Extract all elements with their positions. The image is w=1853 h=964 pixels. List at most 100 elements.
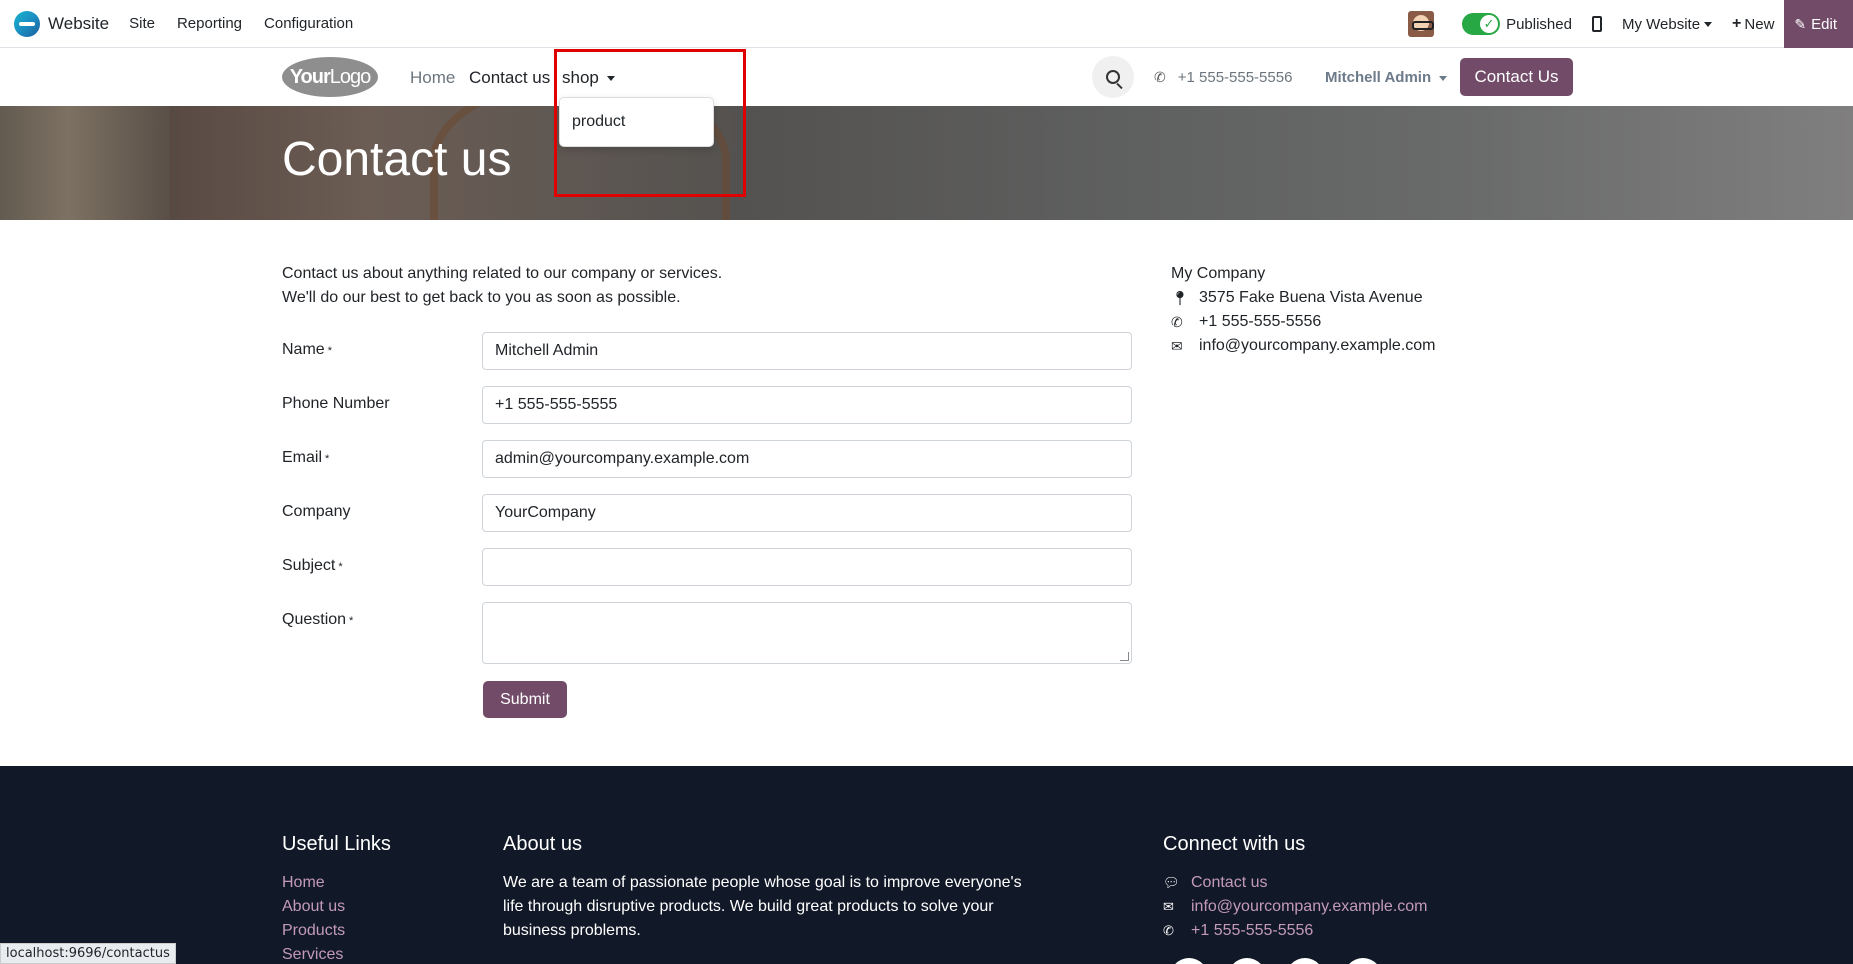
submit-button[interactable]: Submit: [483, 681, 567, 718]
question-label-text: Question: [282, 611, 347, 628]
page-title: Contact us: [282, 133, 512, 186]
useful-links-list: Home About us Products Services: [282, 871, 345, 964]
nav-contact-us[interactable]: Contact us: [469, 68, 550, 88]
form-row-email: Email * admin@yourcompany.example.com: [282, 440, 1132, 478]
about-text: We are a team of passionate people whose…: [503, 874, 1022, 939]
footer-link-services[interactable]: Services: [282, 943, 345, 964]
admin-menu-reporting[interactable]: Reporting: [177, 15, 242, 32]
phone-icon: ✆: [1154, 69, 1166, 85]
contact-intro: Contact us about anything related to our…: [282, 262, 722, 310]
comment-icon: 💬︎: [1163, 875, 1180, 890]
footer-link-home[interactable]: Home: [282, 871, 345, 895]
connect-title: Connect with us: [1163, 833, 1306, 855]
nav-home[interactable]: Home: [410, 68, 455, 88]
form-row-name: Name * Mitchell Admin: [282, 332, 1132, 370]
banner-curtain: [0, 106, 170, 220]
footer-link-products[interactable]: Products: [282, 919, 345, 943]
admin-bar: Website Site Reporting Configuration Pub…: [0, 0, 1853, 48]
company-label: Company: [282, 503, 350, 521]
logo-bold-text: Your: [289, 65, 331, 88]
social-icon[interactable]: [1344, 958, 1382, 964]
mobile-preview-icon[interactable]: [1591, 16, 1602, 32]
header-phone[interactable]: ✆ +1 555-555-5556: [1154, 69, 1292, 86]
user-name: Mitchell Admin: [1325, 69, 1432, 86]
plus-icon: +: [1732, 15, 1742, 32]
user-avatar[interactable]: [1408, 11, 1435, 37]
connect-phone[interactable]: ✆ +1 555-555-5556: [1163, 919, 1428, 943]
page-banner: Contact us: [0, 106, 1853, 220]
intro-line-1: Contact us about anything related to our…: [282, 265, 723, 282]
name-label: Name *: [282, 341, 332, 359]
website-switcher[interactable]: My Website: [1621, 15, 1713, 33]
admin-menu: Site Reporting Configuration: [129, 15, 375, 32]
email-input[interactable]: admin@yourcompany.example.com: [482, 440, 1132, 478]
search-button[interactable]: [1092, 56, 1134, 98]
company-address: 3575 Fake Buena Vista Avenue: [1199, 289, 1423, 306]
company-info: My Company 📍︎ 3575 Fake Buena Vista Avenu…: [1171, 262, 1436, 358]
company-address-line: 📍︎ 3575 Fake Buena Vista Avenue: [1171, 286, 1436, 310]
social-icon[interactable]: [1170, 958, 1208, 964]
published-label: Published: [1506, 15, 1572, 33]
app-name: Website: [48, 13, 110, 33]
phone-label: Phone Number: [282, 395, 390, 413]
highlight-box: [554, 49, 746, 197]
name-label-text: Name: [282, 341, 325, 358]
subject-input[interactable]: [482, 548, 1132, 586]
connect-contact[interactable]: 💬︎ Contact us: [1163, 871, 1428, 895]
chevron-down-icon: [1704, 22, 1713, 28]
user-menu[interactable]: Mitchell Admin: [1325, 69, 1448, 86]
footer-link-about[interactable]: About us: [282, 895, 345, 919]
phone-input[interactable]: +1 555-555-5555: [482, 386, 1132, 424]
connect-email[interactable]: ✉ info@yourcompany.example.com: [1163, 895, 1428, 919]
connect-list: 💬︎ Contact us ✉ info@yourcompany.example.c…: [1163, 871, 1428, 943]
social-icon[interactable]: [1228, 958, 1266, 964]
search-icon: [1106, 70, 1120, 84]
map-marker-icon: 📍︎: [1171, 290, 1189, 306]
required-marker: *: [327, 345, 332, 357]
useful-links-title: Useful Links: [282, 833, 391, 855]
company-name: My Company: [1171, 265, 1266, 282]
required-marker: *: [325, 453, 330, 465]
envelope-icon: ✉: [1171, 338, 1183, 354]
required-marker: *: [349, 615, 354, 627]
header-contact-us-button[interactable]: Contact Us: [1460, 58, 1573, 96]
website-switcher-label: My Website: [1621, 15, 1701, 33]
logo-text: Logo: [329, 65, 371, 88]
form-row-phone: Phone Number +1 555-555-5555: [282, 386, 1132, 424]
published-toggle[interactable]: [1462, 13, 1501, 35]
new-button[interactable]: New: [1744, 16, 1774, 33]
edit-button[interactable]: ✎ Edit: [1784, 0, 1853, 48]
required-marker: *: [338, 561, 343, 573]
phone-label-text: Phone Number: [282, 395, 390, 412]
email-label-text: Email: [282, 449, 323, 466]
question-label: Question *: [282, 611, 353, 629]
social-icon[interactable]: [1286, 958, 1324, 964]
admin-menu-site[interactable]: Site: [129, 15, 155, 32]
site-footer: Useful Links Home About us Products Serv…: [0, 766, 1853, 964]
intro-line-2: We'll do our best to get back to you as …: [282, 289, 681, 306]
status-bar-url: localhost:9696/contactus: [0, 943, 176, 964]
header-phone-number: +1 555-555-5556: [1177, 69, 1293, 86]
admin-menu-configuration[interactable]: Configuration: [264, 15, 353, 32]
question-textarea[interactable]: [482, 602, 1132, 664]
company-email-line: ✉ info@yourcompany.example.com: [1171, 334, 1436, 358]
company-phone-line: ✆ +1 555-555-5556: [1171, 310, 1436, 334]
phone-icon: ✆: [1171, 314, 1183, 330]
company-phone: +1 555-555-5556: [1199, 313, 1322, 330]
email-label: Email *: [282, 449, 329, 467]
phone-icon: ✆: [1163, 923, 1174, 938]
name-input[interactable]: Mitchell Admin: [482, 332, 1132, 370]
site-logo[interactable]: Your Logo: [282, 57, 378, 97]
edit-label: Edit: [1811, 15, 1837, 33]
company-input[interactable]: YourCompany: [482, 494, 1132, 532]
company-label-text: Company: [282, 503, 351, 520]
form-row-company: Company YourCompany: [282, 494, 1132, 532]
pencil-icon: ✎: [1794, 15, 1807, 32]
website-app-icon: [14, 10, 40, 37]
subject-label-text: Subject: [282, 557, 336, 574]
resize-handle-icon[interactable]: [1120, 652, 1129, 661]
admin-right-tools: Published My Website + New ✎Edit: [1408, 0, 1853, 48]
chevron-down-icon: [1439, 75, 1448, 81]
site-header: Your Logo Home Contact us shop ✆ +1 555-55…: [0, 48, 1853, 106]
app-brand[interactable]: Website: [14, 10, 110, 37]
